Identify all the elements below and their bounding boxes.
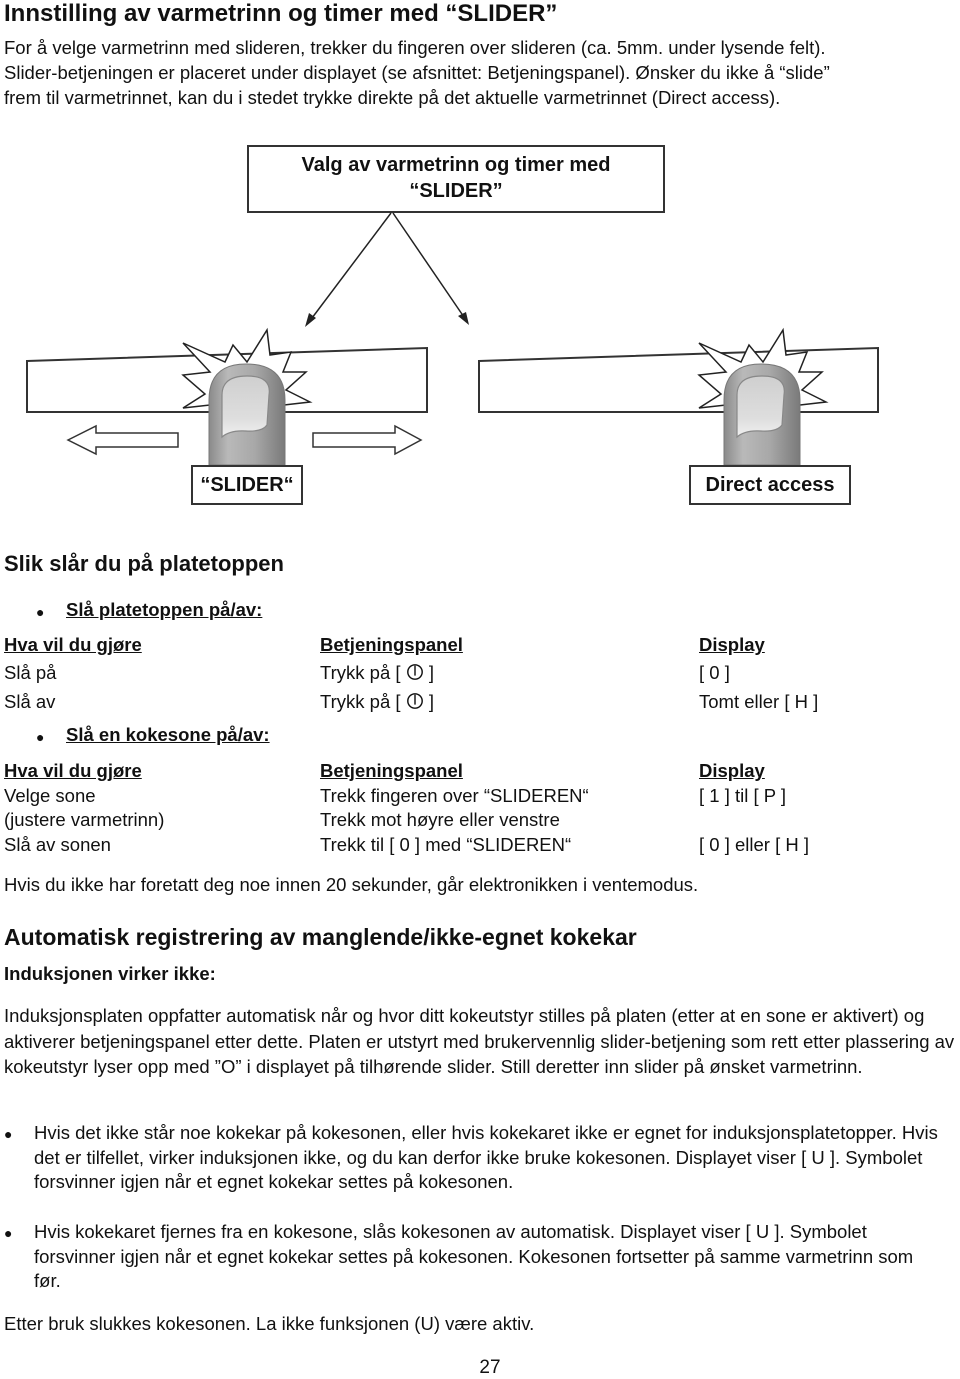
cell-panel: Trykk på [ ]: [320, 662, 434, 684]
subheading-induction: Induksjonen virker ikke:: [4, 963, 216, 984]
bullet-icon: ●: [4, 1225, 13, 1241]
list-item: Hvis det ikke står noe kokekar på kokeso…: [34, 1122, 938, 1192]
bullet-icon: ●: [36, 604, 45, 620]
cell-action: Slå av sonen: [4, 834, 111, 855]
cell-panel: Trekk fingeren over “SLIDEREN“: [320, 785, 589, 806]
cell-action: Slå på: [4, 662, 57, 683]
direct-access-label: Direct access: [705, 473, 835, 496]
page-number: 27: [479, 1357, 501, 1378]
slider-label: “SLIDER“: [200, 473, 294, 496]
standby-note: Hvis du ikke har foretatt deg noe innen …: [4, 874, 699, 895]
cell-panel: Trykk på [ ]: [320, 691, 434, 713]
cell-action: Slå av: [4, 691, 56, 712]
closing-note: Etter bruk slukkes kokesonen. La ikke fu…: [4, 1313, 535, 1334]
cell-display: Tomt eller [ H ]: [699, 691, 819, 712]
col-header-panel: Betjeningspanel: [320, 760, 463, 781]
cell-panel-prefix: Trykk på [: [320, 691, 401, 712]
col-header-display: Display: [699, 634, 765, 655]
cell-panel-suffix: ]: [428, 691, 434, 712]
col-header-display: Display: [699, 760, 765, 781]
power-icon: [406, 693, 423, 709]
auto-paragraph: Induksjonsplaten oppfatter automatisk nå…: [4, 1005, 955, 1077]
direct-access-label-box: Direct access: [689, 465, 851, 505]
diagram-graphics: [26, 145, 879, 466]
power-icon: [406, 664, 423, 680]
arrow-left-icon: [66, 424, 179, 456]
bullet-icon: ●: [4, 1126, 13, 1142]
finger-press-icon: [723, 363, 801, 466]
list-item: Hvis kokekaret fjernes fra en kokesone, …: [34, 1221, 914, 1291]
subsection-title-zone: Slå en kokesone på/av:: [66, 724, 270, 745]
top-label: Valg av varmetrinn og timer med “SLIDER”: [248, 152, 664, 204]
section-heading-on: Slik slår du på platetoppen: [4, 551, 284, 576]
col-header-action: Hva vil du gjøre: [4, 634, 142, 655]
bullet-icon: ●: [36, 729, 45, 745]
cell-display: [ 0 ]: [699, 662, 730, 683]
cell-panel-prefix: Trykk på [: [320, 662, 401, 683]
col-header-action: Hva vil du gjøre: [4, 760, 142, 781]
cell-display: [ 0 ] eller [ H ]: [699, 834, 810, 855]
cell-panel-suffix: ]: [428, 662, 434, 683]
subsection-title-plate: Slå platetoppen på/av:: [66, 599, 263, 620]
cell-display: [ 1 ] til [ P ]: [699, 785, 787, 806]
col-header-panel: Betjeningspanel: [320, 634, 463, 655]
cell-action: (justere varmetrinn): [4, 809, 165, 830]
finger-press-icon: [208, 363, 286, 466]
section-heading-auto: Automatisk registrering av manglende/ikk…: [4, 924, 637, 950]
top-label-line-2: “SLIDER”: [409, 180, 503, 202]
cell-panel: Trekk til [ 0 ] med “SLIDEREN“: [320, 834, 572, 855]
top-label-line-1: Valg av varmetrinn og timer med: [301, 154, 611, 176]
slider-label-box: “SLIDER“: [191, 465, 303, 505]
arrow-down-icon: [305, 212, 469, 327]
arrow-right-icon: [312, 424, 423, 456]
cell-action: Velge sone: [4, 785, 96, 806]
cell-panel: Trekk mot høyre eller venstre: [320, 809, 560, 830]
